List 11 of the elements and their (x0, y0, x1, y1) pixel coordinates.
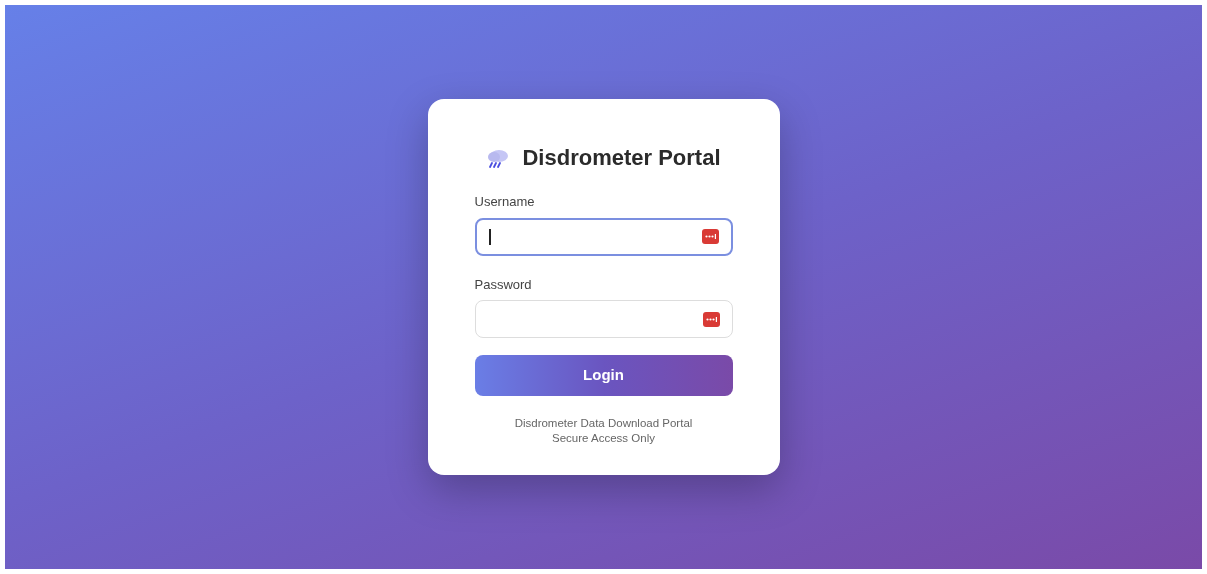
footer-text: Secure Access Only (552, 431, 655, 446)
field-label: Password (474, 275, 533, 294)
field-label: Username (474, 193, 536, 211)
login-button[interactable]: Login (474, 355, 733, 396)
rain-cloud-icon (486, 147, 511, 168)
portal-title: Disdrometer Portal (522, 144, 721, 172)
text-cursor (488, 228, 491, 245)
footer-text: Disdrometer Data Download Portal (514, 416, 693, 431)
password-manager-icon[interactable] (701, 229, 719, 244)
password-manager-icon[interactable] (702, 311, 720, 327)
input-field[interactable] (474, 217, 733, 256)
